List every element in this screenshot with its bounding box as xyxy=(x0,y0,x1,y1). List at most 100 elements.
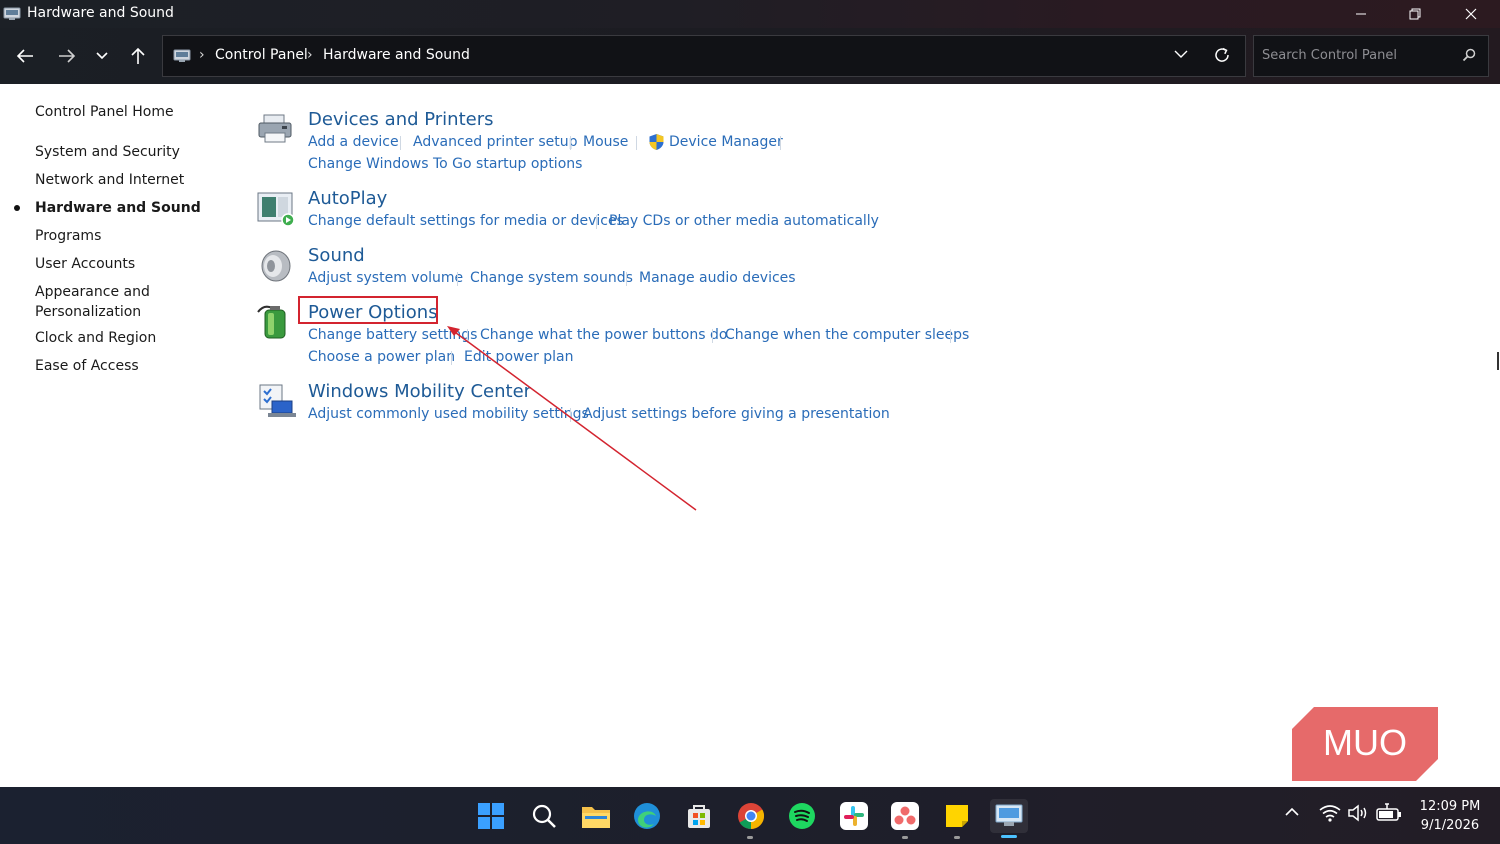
task-change-system-sounds[interactable]: Change system sounds xyxy=(470,270,633,286)
category-title[interactable]: Devices and Printers xyxy=(308,109,494,130)
category-title[interactable]: Sound xyxy=(308,245,365,266)
chevron-up-icon[interactable] xyxy=(1284,805,1300,819)
spotify-icon xyxy=(789,803,815,829)
sidebar-item-appearance-line1[interactable]: Appearance and xyxy=(35,282,150,302)
close-button[interactable] xyxy=(1444,0,1498,28)
taskbar-slack[interactable] xyxy=(837,799,871,833)
breadcrumb-separator: › xyxy=(307,47,313,63)
task-choose-a-power-plan[interactable]: Choose a power plan xyxy=(308,349,455,365)
task-change-default-media-settings[interactable]: Change default settings for media or dev… xyxy=(308,213,624,229)
sidebar-item-programs[interactable]: Programs xyxy=(35,226,101,246)
system-clock[interactable]: 12:09 PM 9/1/2026 xyxy=(1410,797,1490,835)
task-change-power-buttons[interactable]: Change what the power buttons do xyxy=(480,327,727,343)
clock-date: 9/1/2026 xyxy=(1420,818,1480,833)
speaker-icon xyxy=(261,250,291,282)
sidebar-item-clock-and-region[interactable]: Clock and Region xyxy=(35,328,156,348)
taskbar-file-explorer[interactable] xyxy=(579,799,613,833)
task-change-when-computer-sleeps[interactable]: Change when the computer sleeps xyxy=(725,327,969,343)
task-adjust-mobility-settings[interactable]: Adjust commonly used mobility settings xyxy=(308,406,589,422)
task-separator xyxy=(400,136,401,150)
muo-watermark: MUO xyxy=(1292,707,1438,781)
control-panel-icon xyxy=(995,804,1023,826)
sidebar-item-control-panel-home[interactable]: Control Panel Home xyxy=(35,102,174,122)
refresh-icon[interactable] xyxy=(1213,46,1231,64)
printer-icon xyxy=(258,114,292,143)
back-button[interactable] xyxy=(11,42,39,70)
sidebar-item-system-and-security[interactable]: System and Security xyxy=(35,142,180,162)
up-button[interactable] xyxy=(124,42,152,70)
autoplay-icon xyxy=(257,192,295,227)
task-adjust-system-volume[interactable]: Adjust system volume xyxy=(308,270,463,286)
forward-button[interactable] xyxy=(53,42,81,70)
battery-icon[interactable] xyxy=(1376,803,1402,823)
muo-logo: MUO xyxy=(1292,707,1438,781)
task-separator xyxy=(636,136,637,150)
task-device-manager[interactable]: Device Manager xyxy=(669,134,783,150)
task-manage-audio-devices[interactable]: Manage audio devices xyxy=(639,270,796,286)
resize-cursor xyxy=(1497,352,1499,370)
restore-icon xyxy=(1409,8,1421,20)
title-bar: Hardware and Sound xyxy=(0,0,1500,28)
taskbar-edge[interactable] xyxy=(630,799,664,833)
task-change-windows-to-go[interactable]: Change Windows To Go startup options xyxy=(308,156,582,172)
category-title[interactable]: AutoPlay xyxy=(308,188,387,209)
volume-icon[interactable] xyxy=(1347,804,1369,822)
task-change-battery-settings[interactable]: Change battery settings xyxy=(308,327,477,343)
sidebar-item-appearance-line2[interactable]: Personalization xyxy=(35,302,141,322)
recent-locations-button[interactable] xyxy=(88,42,116,70)
task-play-cds-automatically[interactable]: Play CDs or other media automatically xyxy=(609,213,879,229)
running-app-indicator xyxy=(747,836,753,839)
power-options-highlight-box xyxy=(298,296,438,324)
window-title: Hardware and Sound xyxy=(27,5,174,21)
task-advanced-printer-setup[interactable]: Advanced printer setup xyxy=(413,134,577,150)
navigation-bar: › Control Panel › Hardware and Sound Sea… xyxy=(0,28,1500,84)
search-box[interactable]: Search Control Panel xyxy=(1253,35,1489,77)
mobility-icon xyxy=(259,384,296,417)
windows-start-icon xyxy=(478,803,504,829)
taskbar-chrome[interactable] xyxy=(734,799,768,833)
taskbar-asana[interactable] xyxy=(888,799,922,833)
chrome-icon xyxy=(738,803,765,830)
edge-icon xyxy=(634,803,660,829)
chevron-down-icon[interactable] xyxy=(1173,48,1189,60)
restore-button[interactable] xyxy=(1388,0,1442,28)
task-separator xyxy=(457,272,458,286)
task-separator xyxy=(451,351,452,365)
sidebar: Control Panel Home System and Security N… xyxy=(0,84,230,784)
arrow-right-icon xyxy=(59,49,76,63)
arrow-left-icon xyxy=(16,49,33,63)
sidebar-item-ease-of-access[interactable]: Ease of Access xyxy=(35,356,139,376)
task-edit-power-plan[interactable]: Edit power plan xyxy=(464,349,574,365)
task-add-a-device[interactable]: Add a device xyxy=(308,134,399,150)
task-separator xyxy=(467,329,468,343)
task-separator xyxy=(780,136,781,150)
address-bar[interactable]: › Control Panel › Hardware and Sound xyxy=(162,35,1246,77)
battery-icon xyxy=(257,305,286,339)
arrow-up-icon xyxy=(131,47,145,64)
taskbar-control-panel[interactable] xyxy=(990,799,1028,833)
file-explorer-icon xyxy=(582,807,610,828)
running-app-indicator xyxy=(902,836,908,839)
sidebar-item-hardware-and-sound[interactable]: Hardware and Sound xyxy=(35,198,201,218)
taskbar-sticky-notes[interactable] xyxy=(940,799,974,833)
chevron-down-icon xyxy=(96,52,108,60)
minimize-button[interactable] xyxy=(1334,0,1388,28)
taskbar-store[interactable] xyxy=(682,799,716,833)
start-button[interactable] xyxy=(474,799,508,833)
breadcrumb-hardware-and-sound[interactable]: Hardware and Sound xyxy=(323,47,470,63)
taskbar-spotify[interactable] xyxy=(785,799,819,833)
store-icon xyxy=(688,805,710,828)
task-mouse[interactable]: Mouse xyxy=(583,134,628,150)
wifi-icon[interactable] xyxy=(1319,804,1341,822)
category-title[interactable]: Windows Mobility Center xyxy=(308,381,531,402)
search-input[interactable]: Search Control Panel xyxy=(1262,48,1397,63)
task-separator xyxy=(570,408,571,422)
sidebar-item-user-accounts[interactable]: User Accounts xyxy=(35,254,135,274)
breadcrumb-control-panel[interactable]: Control Panel xyxy=(215,47,308,63)
sidebar-item-network-and-internet[interactable]: Network and Internet xyxy=(35,170,184,190)
control-panel-icon xyxy=(173,49,191,62)
sticky-notes-icon xyxy=(946,805,968,827)
task-separator xyxy=(712,329,713,343)
taskbar-search-button[interactable] xyxy=(527,799,561,833)
task-adjust-presentation-settings[interactable]: Adjust settings before giving a presenta… xyxy=(583,406,890,422)
